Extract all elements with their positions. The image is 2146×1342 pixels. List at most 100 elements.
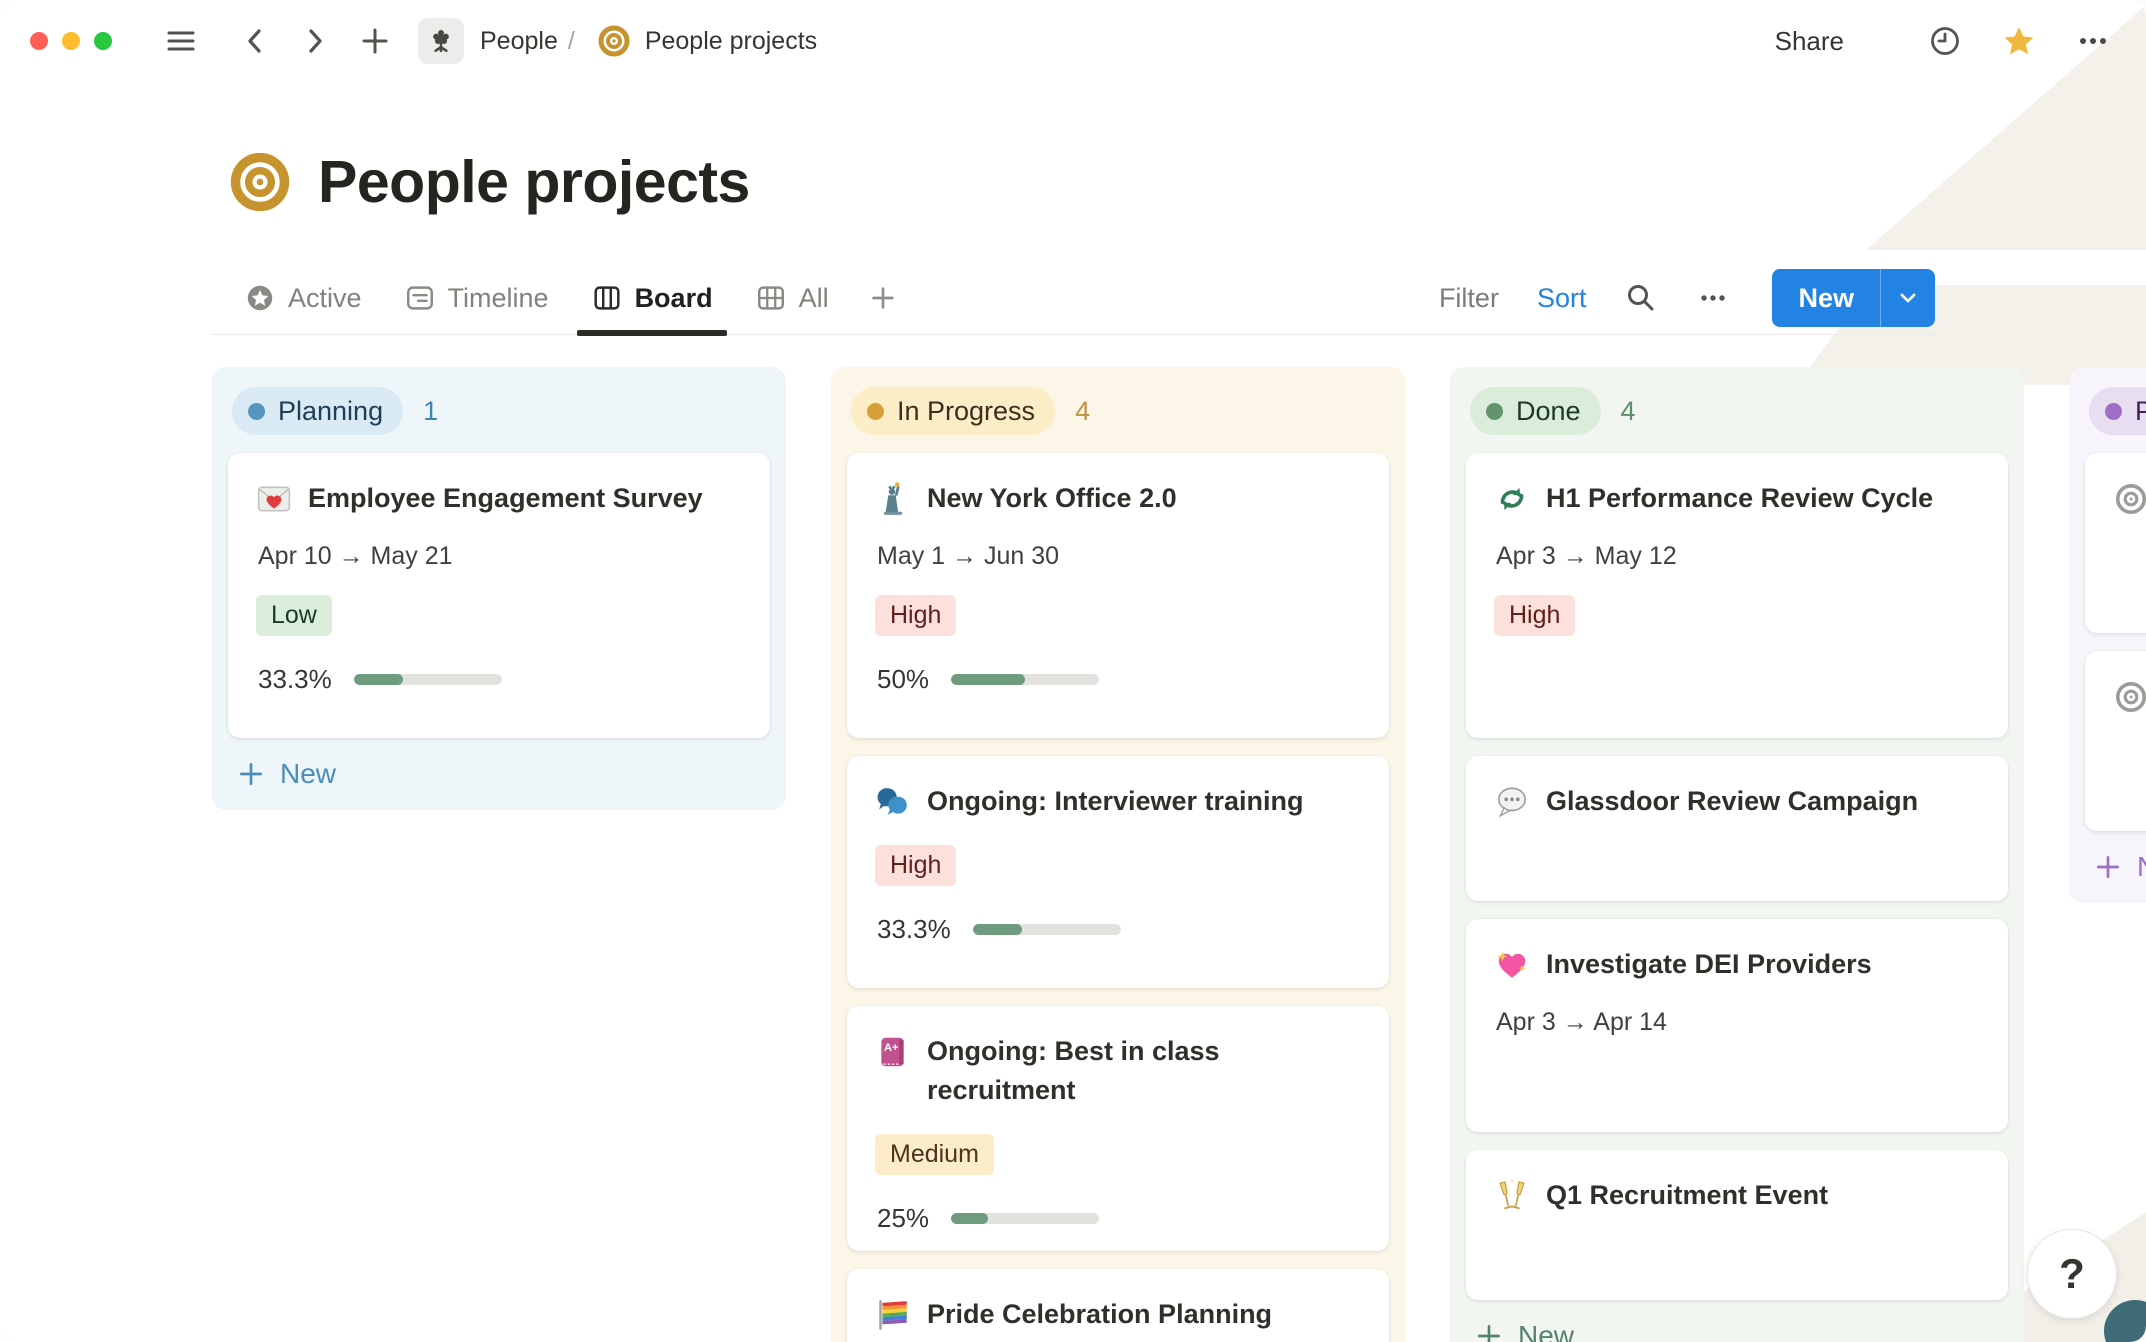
progress-bar: [353, 674, 502, 686]
progress-bar: [951, 674, 1100, 686]
table-icon: [757, 286, 784, 310]
kanban-board: Planning 1 Employee Engagement Survey Ap…: [212, 367, 2146, 1342]
filter-button[interactable]: Filter: [1439, 283, 1499, 314]
card-title: Glassdoor Review Campaign: [1546, 786, 1919, 816]
nav-forward-button[interactable]: [298, 24, 332, 58]
add-card-button[interactable]: New: [236, 758, 770, 790]
target-icon: [597, 24, 631, 58]
view-options-button[interactable]: [1696, 281, 1730, 315]
tab-label: Active: [288, 282, 362, 313]
search-icon: [1628, 285, 1654, 311]
column-name: Pa: [2135, 395, 2146, 426]
tab-active-view[interactable]: Active: [230, 262, 376, 334]
status-dot-icon: [867, 402, 884, 420]
new-tab-button[interactable]: [358, 24, 392, 58]
card-title: New York Office 2.0: [927, 483, 1177, 513]
breadcrumb-current[interactable]: People projects: [645, 27, 817, 56]
chevron-down-icon: [1900, 293, 1916, 303]
tab-all[interactable]: All: [741, 262, 843, 334]
share-button[interactable]: Share: [1775, 26, 1844, 57]
column-paused: Pa: [2069, 367, 2146, 903]
rainbow-flag-icon: [879, 1300, 907, 1330]
breadcrumb-root-icon-box[interactable]: [418, 18, 464, 64]
card-paused-2[interactable]: [2085, 651, 2146, 831]
column-count: 4: [1620, 395, 1636, 426]
card-employee-engagement-survey[interactable]: Employee Engagement Survey Apr 10 → May …: [228, 453, 770, 738]
tab-label: Timeline: [447, 282, 549, 313]
hamburger-icon: [167, 31, 195, 51]
column-status-pill[interactable]: Pa: [2089, 387, 2146, 435]
page-target-icon: [230, 152, 290, 212]
priority-badge: High: [875, 595, 957, 637]
breadcrumb-root[interactable]: People: [480, 27, 558, 56]
help-button[interactable]: ?: [2027, 1229, 2117, 1319]
tab-label: All: [798, 282, 829, 313]
add-card-button[interactable]: New: [1474, 1320, 2008, 1342]
card-best-in-class-recruitment[interactable]: A+ Ongoing: Best in class recruitment Me…: [847, 1006, 1389, 1251]
progress-bar: [972, 924, 1121, 936]
add-view-button[interactable]: [857, 262, 909, 334]
minimize-window-button[interactable]: [62, 32, 80, 50]
status-dot-icon: [1486, 402, 1503, 420]
clock-icon: [1931, 27, 1959, 55]
chevron-left-icon: [248, 29, 261, 53]
card-title: H1 Performance Review Cycle: [1546, 483, 1934, 513]
search-button[interactable]: [1624, 281, 1658, 315]
board-icon: [594, 286, 620, 310]
column-status-pill[interactable]: In Progress: [851, 387, 1056, 435]
tab-board[interactable]: Board: [576, 262, 727, 336]
star-circle-icon: [247, 285, 273, 311]
column-name: Done: [1516, 395, 1581, 426]
progress-label: 33.3%: [258, 664, 332, 695]
progress-label: 50%: [877, 664, 930, 695]
bullseye-icon: [2115, 483, 2146, 515]
card-q1-recruitment-event[interactable]: Q1 Recruitment Event: [1466, 1150, 2008, 1300]
new-button[interactable]: New: [1772, 269, 1880, 327]
love-letter-icon: [257, 486, 291, 512]
favorite-button[interactable]: [2002, 24, 2036, 58]
status-dot-icon: [2105, 402, 2122, 420]
plus-icon: [871, 287, 894, 309]
card-pride-celebration-planning[interactable]: Pride Celebration Planning: [847, 1269, 1389, 1342]
new-button-dropdown[interactable]: [1880, 269, 1935, 327]
sidebar-toggle-button[interactable]: [164, 24, 198, 58]
nav-back-button[interactable]: [238, 24, 272, 58]
speech-bubbles-icon: [877, 788, 907, 815]
sparkling-heart-icon: [1497, 951, 1526, 978]
column-in-progress: In Progress 4 New York Office 2.0 May 1 …: [831, 367, 1405, 1342]
card-paused-1[interactable]: [2085, 453, 2146, 633]
column-status-pill[interactable]: Planning: [232, 387, 404, 435]
history-button[interactable]: [1928, 24, 1962, 58]
card-dates: Apr 10 → May 21: [258, 542, 453, 571]
card-h1-performance-review[interactable]: H1 Performance Review Cycle Apr 3 → May …: [1466, 453, 2008, 738]
card-glassdoor-review-campaign[interactable]: Glassdoor Review Campaign: [1466, 756, 2008, 901]
column-status-pill[interactable]: Done: [1470, 387, 1601, 435]
close-window-button[interactable]: [30, 32, 48, 50]
window-titlebar: People / People projects Share: [0, 0, 2146, 82]
page-title[interactable]: People projects: [318, 148, 750, 216]
card-title: Ongoing: Interviewer training: [927, 786, 1304, 816]
status-dot-icon: [248, 402, 265, 420]
column-name: Planning: [278, 395, 384, 426]
card-interviewer-training[interactable]: Ongoing: Interviewer training High 33.3%: [847, 756, 1389, 988]
traffic-lights: [30, 32, 112, 50]
column-done: Done 4 H1 Performance Review Cycle Apr 3…: [1450, 367, 2024, 1342]
zoom-window-button[interactable]: [94, 32, 112, 50]
card-dates: Apr 3 → May 12: [1496, 542, 1677, 571]
plus-icon: [2096, 855, 2120, 879]
progress-bar: [951, 1213, 1100, 1225]
card-investigate-dei-providers[interactable]: Investigate DEI Providers Apr 3 → Apr 14: [1466, 919, 2008, 1132]
plus-icon: [239, 762, 263, 786]
statue-of-liberty-icon: [884, 482, 902, 515]
plus-icon: [1477, 1324, 1501, 1342]
card-new-york-office[interactable]: New York Office 2.0 May 1 → Jun 30 High …: [847, 453, 1389, 738]
card-dates: May 1 → Jun 30: [877, 542, 1060, 571]
tab-timeline[interactable]: Timeline: [390, 262, 563, 334]
priority-badge: High: [1494, 595, 1576, 637]
add-card-button[interactable]: N: [2093, 851, 2146, 883]
more-options-button[interactable]: [2076, 24, 2110, 58]
add-card-label: New: [1518, 1320, 1575, 1342]
a-plus-book-icon: A+: [881, 1037, 904, 1067]
new-button-group: New: [1772, 269, 1935, 327]
sort-button[interactable]: Sort: [1537, 283, 1587, 314]
